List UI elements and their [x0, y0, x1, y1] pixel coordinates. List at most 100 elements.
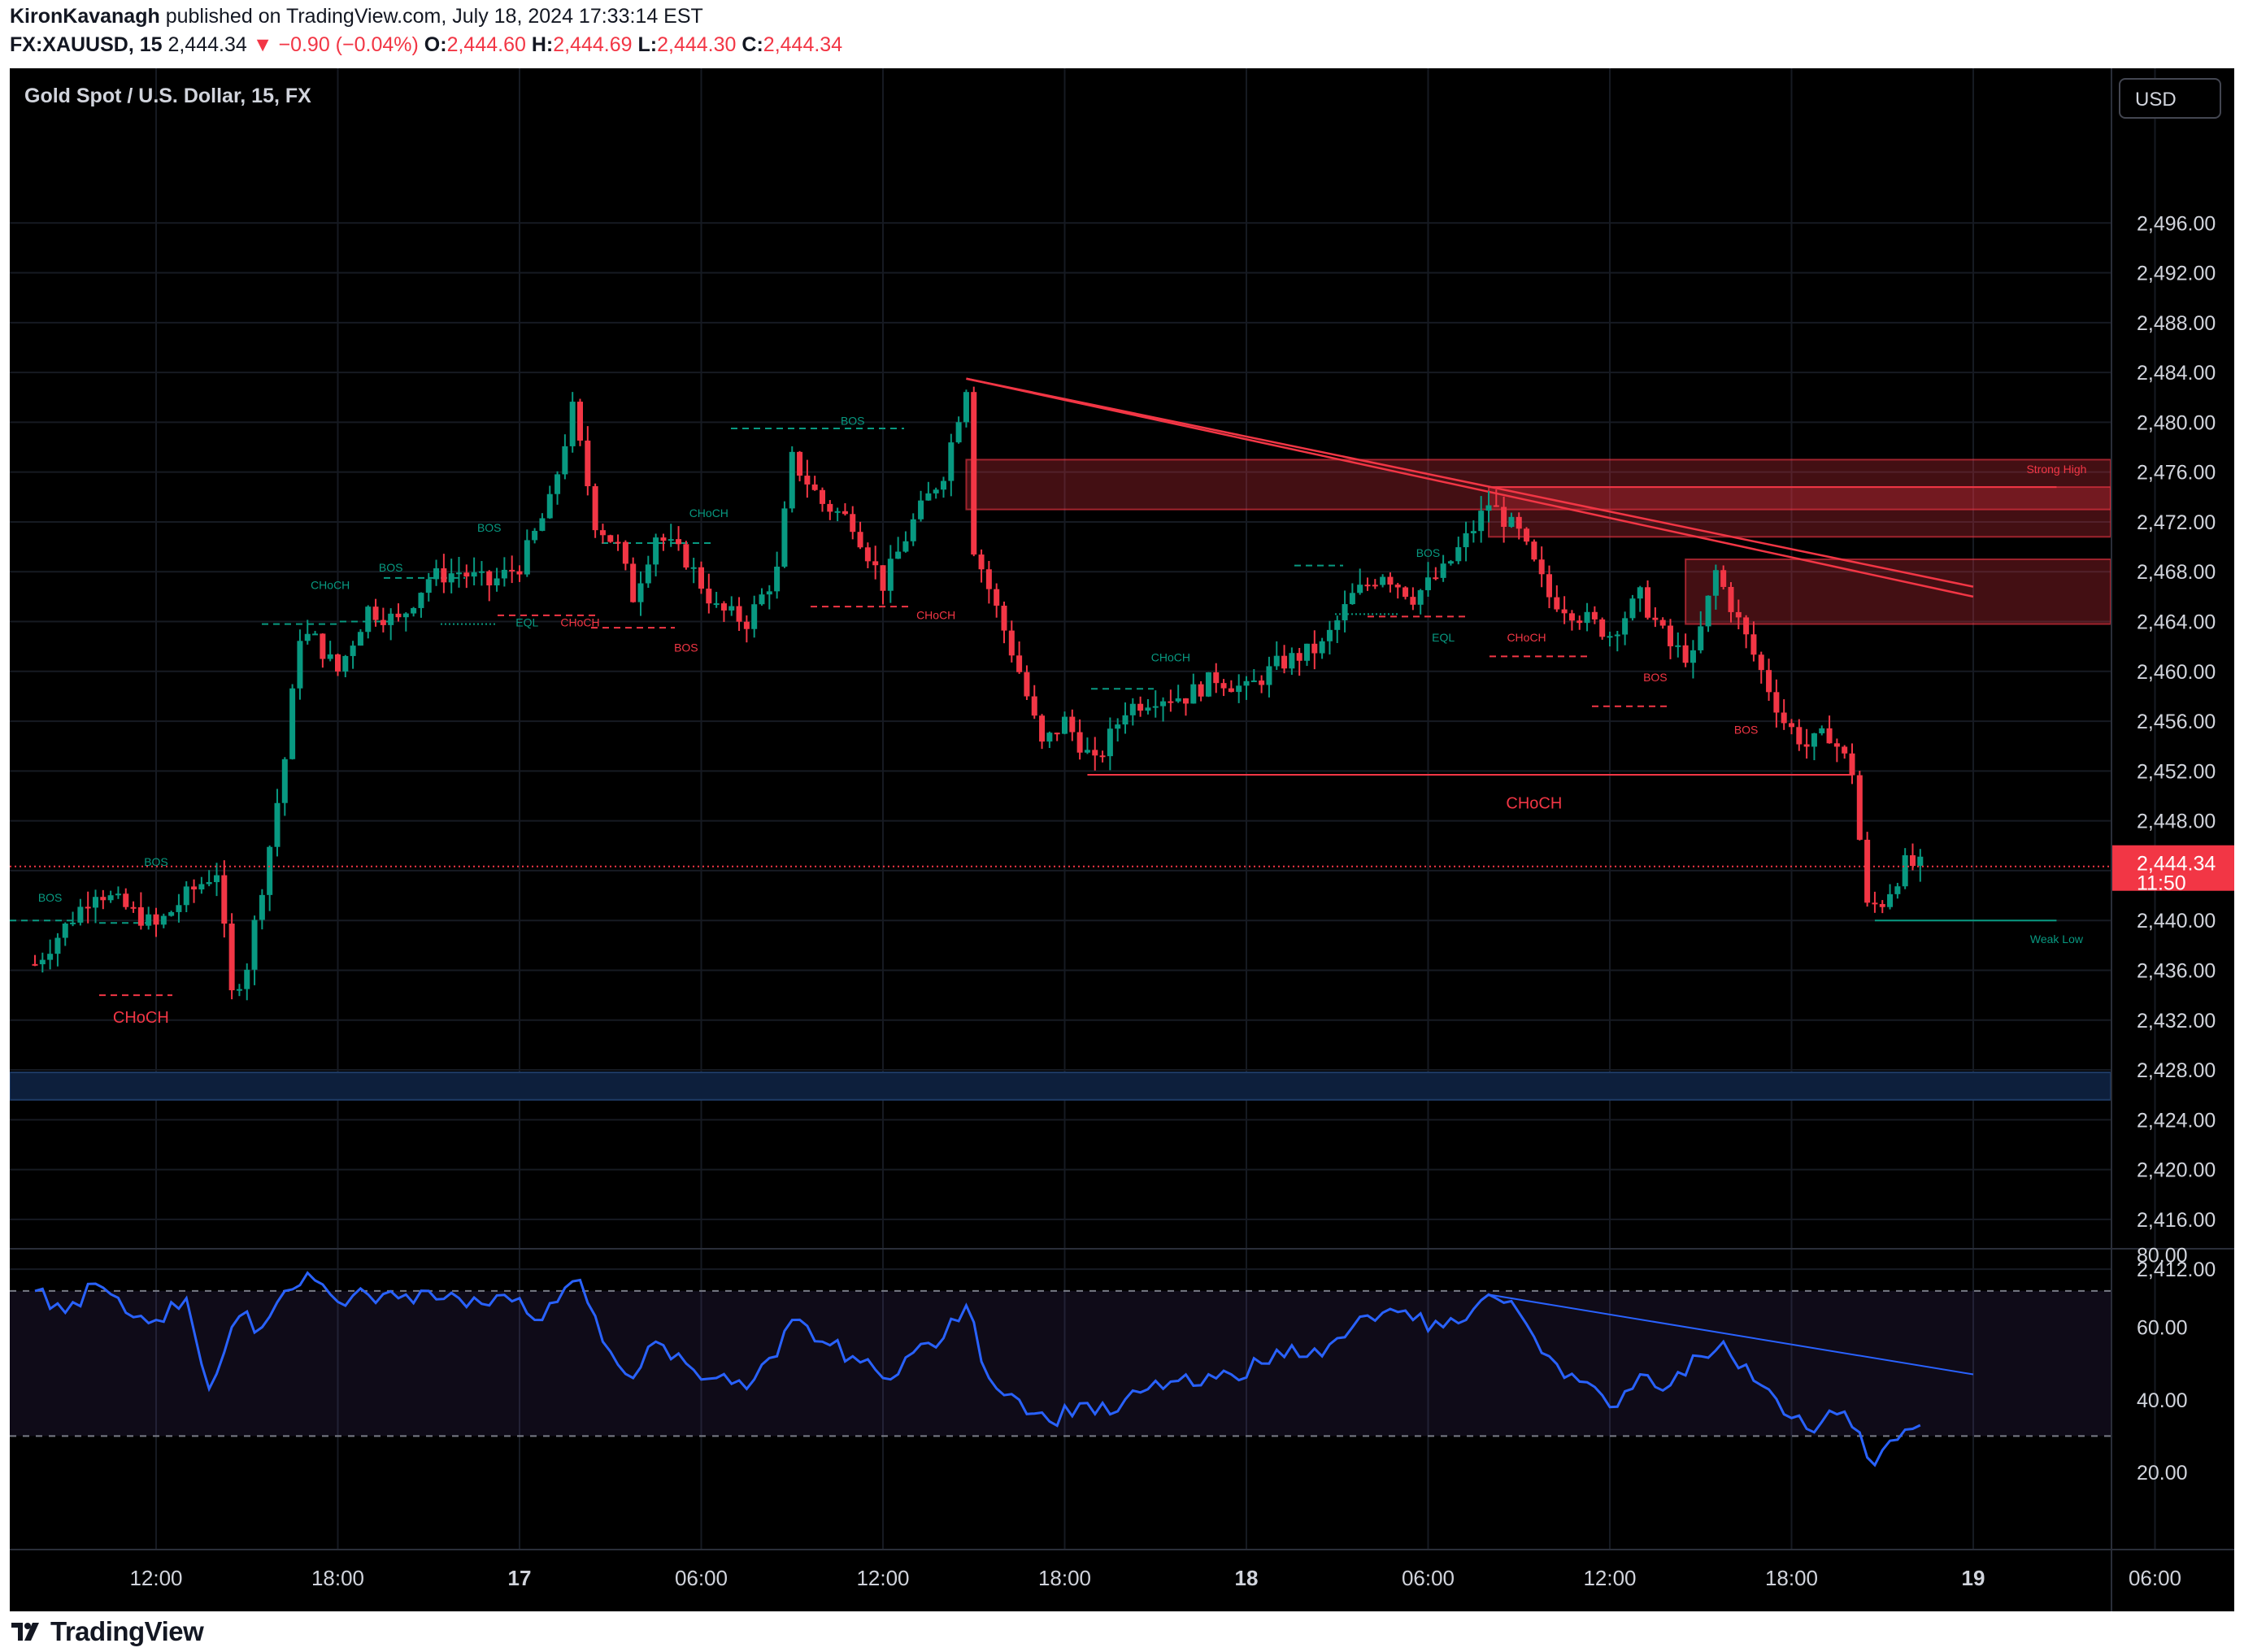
candle-body — [539, 518, 546, 531]
bar-countdown: 11:50 — [2137, 872, 2186, 895]
candle-body — [1735, 611, 1742, 618]
structure-annotation: BOS — [379, 561, 403, 574]
candle-body — [546, 493, 553, 519]
candle-body — [1175, 698, 1181, 702]
candle-body — [713, 603, 720, 606]
candle-body — [1250, 680, 1257, 683]
candle-body — [1463, 533, 1469, 548]
candle-body — [690, 567, 697, 569]
candle-body — [1198, 684, 1204, 697]
price-axis-label: 2,480.00 — [2137, 411, 2216, 434]
candle-body — [963, 392, 969, 423]
candle-body — [1152, 706, 1159, 708]
currency-button[interactable]: USD — [2119, 78, 2221, 119]
candle-body — [645, 564, 651, 584]
close-value: 2,444.34 — [763, 33, 843, 56]
candle-body — [1357, 585, 1363, 593]
chart-canvas[interactable]: 2,412.002,416.002,420.002,424.002,428.00… — [10, 68, 2234, 1611]
candle-body — [1675, 645, 1681, 647]
candle-body — [1720, 570, 1727, 587]
candle-body — [1826, 728, 1833, 744]
structure-annotation: CHoCH — [311, 579, 350, 592]
chart-screenshot: KironKavanagh published on TradingView.c… — [0, 0, 2244, 1652]
candle-body — [1645, 587, 1651, 618]
candle-body — [1485, 505, 1492, 511]
candle-body — [902, 541, 909, 552]
candle-body — [728, 606, 735, 611]
candle-body — [1599, 619, 1606, 637]
candle-body — [1380, 576, 1386, 585]
candle-body — [1326, 629, 1333, 641]
candle-body — [418, 593, 424, 608]
structure-annotation: EQL — [515, 616, 538, 629]
price-axis-label: 2,464.00 — [2137, 611, 2216, 634]
price-axis-label: 2,436.00 — [2137, 959, 2216, 982]
candle-body — [1743, 617, 1750, 635]
candle-body — [1576, 620, 1583, 624]
candle-body — [1872, 902, 1878, 905]
candle-body — [1092, 750, 1098, 756]
candle-body — [1796, 727, 1803, 745]
candle-body — [1266, 666, 1272, 685]
candle-body — [1501, 506, 1507, 528]
candle-body — [501, 569, 507, 579]
candle-body — [789, 451, 795, 509]
candle-body — [834, 511, 841, 513]
structure-annotation: CHoCH — [689, 506, 728, 520]
candle-body — [1447, 561, 1454, 564]
time-axis-label: 06:00 — [675, 1566, 728, 1590]
candle-body — [820, 489, 825, 504]
candle-body — [637, 583, 644, 602]
candle-body — [1622, 618, 1629, 635]
candle-body — [554, 474, 561, 494]
structure-annotation: BOS — [38, 891, 63, 904]
time-axis-label: 19 — [1962, 1566, 1985, 1590]
candle-body — [978, 554, 985, 570]
candle-body — [486, 571, 493, 586]
candle-body — [100, 897, 107, 901]
candle-body — [70, 922, 76, 924]
time-axis-label: 06:00 — [1402, 1566, 1455, 1590]
candle-body — [1864, 839, 1871, 903]
candle-body — [660, 537, 667, 541]
candle-body — [1842, 746, 1848, 754]
structure-annotation: CHoCH — [916, 608, 955, 621]
candle-body — [1228, 688, 1234, 693]
price-axis-label: 2,492.00 — [2137, 263, 2216, 285]
candle-body — [214, 875, 220, 883]
candle-body — [653, 537, 659, 565]
candle-body — [1758, 654, 1764, 671]
candle-body — [191, 886, 198, 890]
candle-body — [297, 641, 303, 689]
candle-body — [1690, 650, 1696, 663]
candle-body — [1342, 604, 1348, 621]
time-axis-label: 12:00 — [129, 1566, 182, 1590]
candle-body — [1712, 570, 1719, 596]
candle-body — [236, 989, 242, 991]
candle-body — [1137, 703, 1144, 711]
candle-body — [524, 540, 530, 575]
candle-body — [1668, 625, 1673, 646]
candle-body — [1319, 641, 1325, 654]
candle-body — [1591, 611, 1598, 620]
candle-body — [1478, 511, 1485, 532]
candle-body — [850, 514, 856, 533]
publish-header: KironKavanagh published on TradingView.c… — [0, 0, 2244, 65]
structure-annotation: BOS — [1643, 671, 1668, 684]
price-axis-label: 2,460.00 — [2137, 661, 2216, 684]
candle-body — [1417, 589, 1424, 605]
candle-body — [402, 613, 409, 618]
time-axis-label: 18:00 — [1765, 1566, 1818, 1590]
open-value: 2,444.60 — [446, 33, 526, 56]
candle-body — [1546, 574, 1552, 598]
structure-annotation: BOS — [477, 521, 502, 534]
candle-body — [948, 442, 955, 481]
tradingview-brand[interactable]: TradingView — [10, 1611, 204, 1652]
chart-pane[interactable]: 2,412.00 2,416.00 2,420.00 2,424.00 2,428.00… — [10, 68, 2234, 1611]
author-name[interactable]: KironKavanagh — [10, 5, 160, 28]
candle-body — [1296, 653, 1302, 661]
candle-body — [994, 589, 1000, 606]
candle-body — [857, 532, 863, 548]
structure-annotation: EQL — [1432, 631, 1455, 644]
candle-body — [335, 654, 341, 672]
